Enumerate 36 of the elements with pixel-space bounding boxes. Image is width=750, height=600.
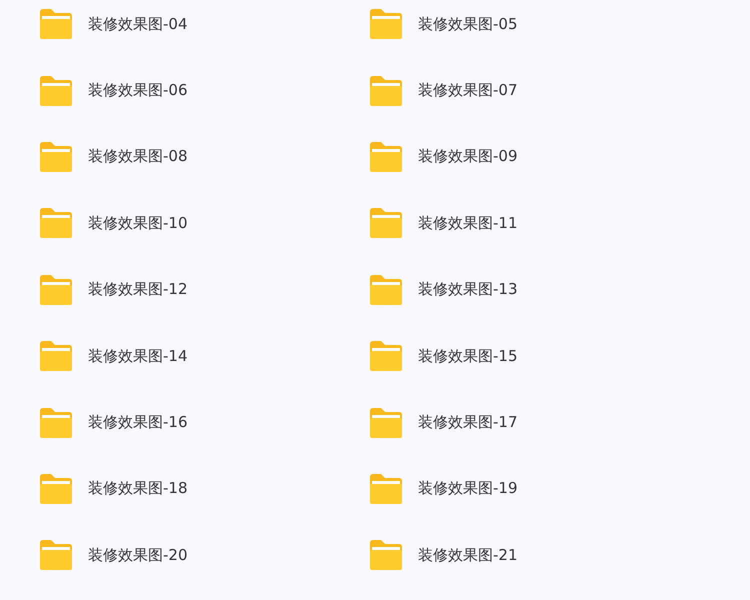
folder-name[interactable]: 装修效果图-19 bbox=[418, 479, 518, 498]
folder-icon[interactable] bbox=[38, 274, 74, 306]
folder-icon[interactable] bbox=[38, 140, 74, 173]
folder-name[interactable]: 装修效果图-20 bbox=[88, 546, 188, 565]
folder-name[interactable]: 装修效果图-16 bbox=[88, 413, 188, 432]
folder-icon[interactable] bbox=[368, 140, 404, 173]
folder-name[interactable]: 装修效果图-10 bbox=[88, 214, 188, 233]
folder-icon[interactable] bbox=[368, 406, 404, 439]
folder-name[interactable]: 装修效果图-14 bbox=[88, 346, 188, 366]
folder-icon[interactable] bbox=[38, 207, 74, 240]
folder-name[interactable]: 装修效果图-12 bbox=[88, 280, 188, 300]
folder-name[interactable]: 装修效果图-05 bbox=[418, 14, 518, 34]
folder-name[interactable]: 装修效果图-18 bbox=[88, 479, 188, 498]
folder-name[interactable]: 装修效果图-08 bbox=[88, 147, 188, 166]
folder-icon[interactable] bbox=[368, 274, 404, 306]
folder-icon[interactable] bbox=[38, 539, 74, 572]
folder-name[interactable]: 装修效果图-06 bbox=[88, 81, 188, 100]
folder-name[interactable]: 装修效果图-15 bbox=[418, 346, 518, 366]
folder-name[interactable]: 装修效果图-09 bbox=[418, 147, 518, 166]
folder-name[interactable]: 装修效果图-04 bbox=[88, 14, 188, 34]
folder-icon[interactable] bbox=[38, 406, 74, 439]
folder-name[interactable]: 装修效果图-11 bbox=[418, 214, 518, 233]
folder-name[interactable]: 装修效果图-17 bbox=[418, 413, 518, 432]
folder-icon[interactable] bbox=[38, 340, 74, 372]
folder-name[interactable]: 装修效果图-07 bbox=[418, 81, 518, 100]
folder-icon[interactable] bbox=[368, 207, 404, 240]
folder-icon[interactable] bbox=[38, 74, 74, 107]
folder-icon[interactable] bbox=[368, 74, 404, 107]
folder-icon[interactable] bbox=[368, 539, 404, 572]
folder-name[interactable]: 装修效果图-21 bbox=[418, 546, 518, 565]
folder-name[interactable]: 装修效果图-13 bbox=[418, 280, 518, 300]
folder-icon[interactable] bbox=[368, 340, 404, 372]
folder-icon[interactable] bbox=[368, 472, 404, 505]
folder-icon[interactable] bbox=[38, 8, 74, 40]
folder-icon[interactable] bbox=[368, 8, 404, 40]
folder-icon[interactable] bbox=[38, 472, 74, 505]
